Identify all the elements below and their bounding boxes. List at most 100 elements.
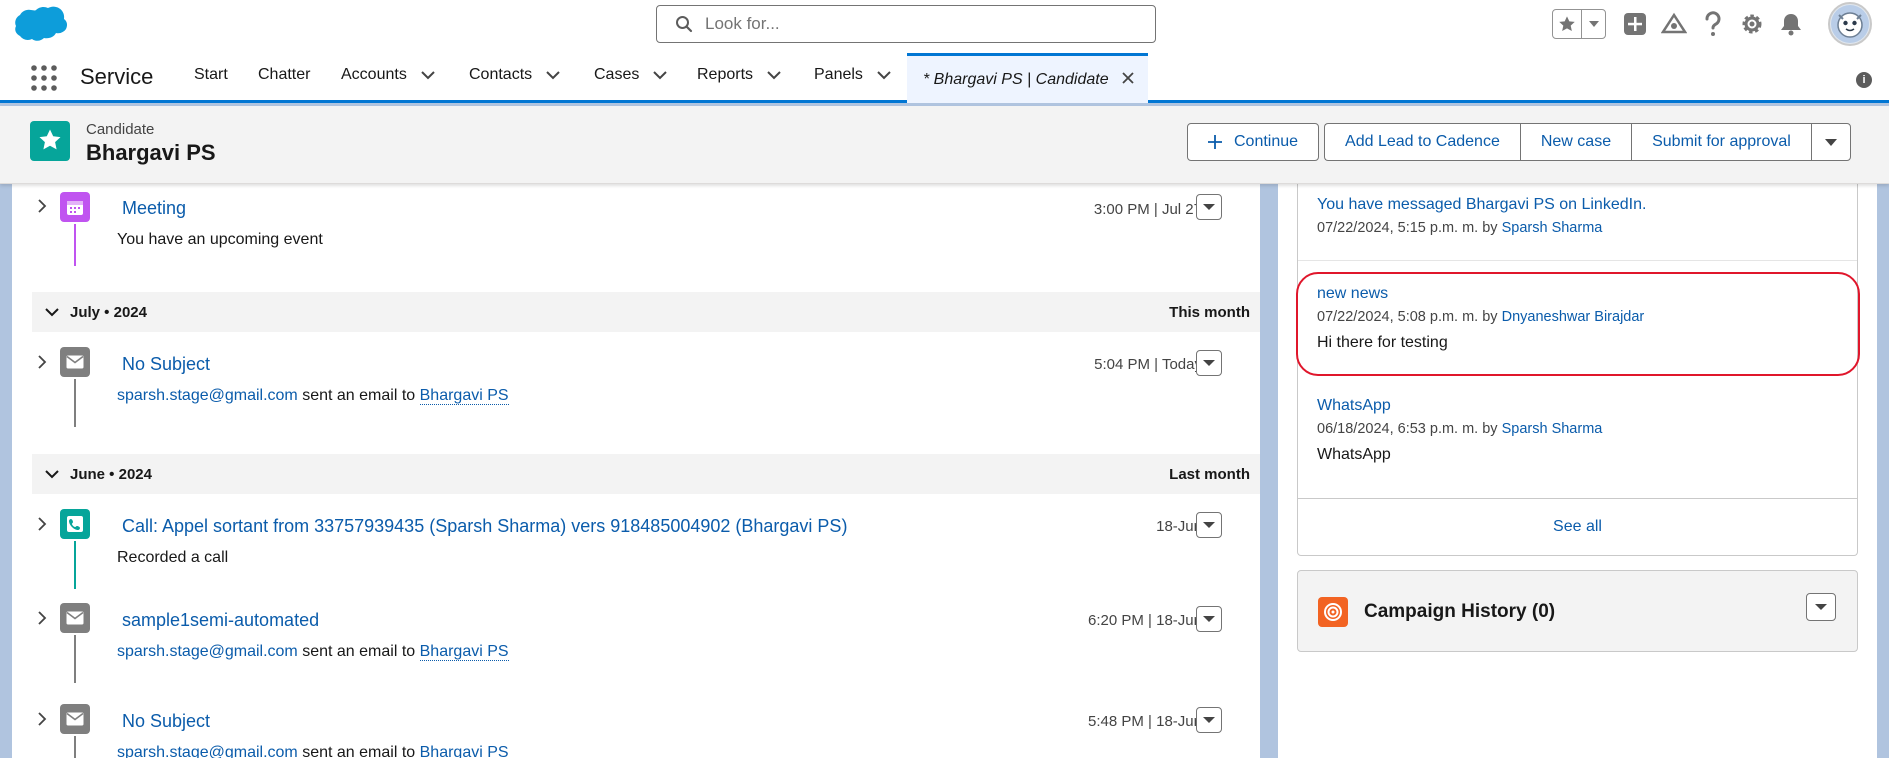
month-section-june-2024[interactable]: June • 2024 Last month — [32, 454, 1260, 494]
nav-item-reports[interactable]: Reports — [697, 50, 781, 100]
caret-down-icon — [1203, 616, 1215, 622]
email-2-date: 6:20 PM | 18-Jun — [1088, 612, 1202, 629]
continue-label: Continue — [1234, 133, 1299, 150]
message-body: WhatsApp — [1317, 446, 1391, 463]
chevron-right-icon[interactable] — [34, 198, 50, 214]
see-all-link[interactable]: See all — [1298, 498, 1857, 555]
author-link[interactable]: Sparsh Sharma — [1502, 421, 1603, 437]
add-lead-to-cadence-button[interactable]: Add Lead to Cadence — [1324, 123, 1520, 161]
email-2-link[interactable]: sample1semi-automated — [122, 610, 319, 631]
email-3-menu-button[interactable] — [1196, 707, 1222, 733]
favorites-dropdown-button[interactable] — [1582, 10, 1605, 38]
campaign-menu-button[interactable] — [1806, 593, 1836, 621]
nav-item-accounts[interactable]: Accounts — [341, 50, 435, 100]
email-icon — [60, 603, 90, 633]
caret-down-icon — [1203, 360, 1215, 366]
setup-button[interactable] — [1738, 10, 1766, 38]
favorites-star-button[interactable] — [1553, 10, 1583, 38]
recipient-link[interactable]: Bhargavi PS — [419, 643, 509, 661]
caret-down-icon — [1203, 204, 1215, 210]
caret-down-icon — [1203, 717, 1215, 723]
continue-button[interactable]: Continue — [1187, 123, 1320, 161]
chevron-right-icon[interactable] — [34, 711, 50, 727]
app-name: Service — [80, 64, 154, 89]
trailhead-button[interactable] — [1660, 10, 1688, 38]
nav-item-start[interactable]: Start — [194, 50, 228, 100]
more-actions-button[interactable] — [1810, 123, 1851, 161]
help-button[interactable] — [1699, 10, 1727, 38]
timeline-line — [74, 736, 76, 758]
nav-item-panels[interactable]: Panels — [814, 50, 891, 100]
recipient-link[interactable]: Bhargavi PS — [419, 744, 509, 758]
activity-timeline: Meeting You have an upcoming event 3:00 … — [12, 184, 1260, 758]
notifications-button[interactable] — [1777, 10, 1805, 38]
recipient-link[interactable]: Bhargavi PS — [419, 387, 509, 405]
salesforce-logo-icon[interactable] — [14, 6, 68, 42]
chevron-down-icon[interactable] — [546, 70, 560, 80]
email-3-subtitle: sparsh.stage@gmail.com sent an email to … — [117, 744, 509, 758]
submit-for-approval-button[interactable]: Submit for approval — [1631, 123, 1811, 161]
nav-item-chatter[interactable]: Chatter — [258, 50, 310, 100]
close-icon[interactable] — [1120, 70, 1136, 86]
global-search-input[interactable]: Look for... — [656, 5, 1156, 43]
new-case-button[interactable]: New case — [1519, 123, 1632, 161]
active-tab-label: * Bhargavi PS | Candidate — [923, 70, 1109, 88]
app-launcher-icon[interactable] — [30, 64, 58, 92]
email-1-subtitle: sparsh.stage@gmail.com sent an email to … — [117, 387, 509, 405]
campaign-history-title[interactable]: Campaign History (0) — [1364, 601, 1555, 623]
month-label: June • 2024 — [70, 465, 152, 483]
user-avatar[interactable] — [1828, 2, 1872, 46]
add-icon — [1208, 135, 1222, 149]
meeting-link[interactable]: Meeting — [122, 198, 186, 219]
meeting-menu-button[interactable] — [1196, 194, 1222, 220]
search-icon — [676, 16, 693, 33]
chevron-right-icon[interactable] — [34, 610, 50, 626]
timeline-line — [74, 635, 76, 683]
email-icon — [60, 347, 90, 377]
event-icon — [60, 192, 90, 222]
email-3-date: 5:48 PM | 18-Jun — [1088, 713, 1202, 730]
sender-link[interactable]: sparsh.stage@gmail.com — [117, 387, 298, 404]
nav-item-cases[interactable]: Cases — [594, 50, 668, 100]
chevron-down-icon[interactable] — [421, 70, 435, 80]
gear-icon — [1742, 14, 1762, 34]
email-2-menu-button[interactable] — [1196, 606, 1222, 632]
global-actions-button[interactable] — [1621, 10, 1649, 38]
chevron-down-icon[interactable] — [767, 70, 781, 80]
nav-item-label: Start — [194, 66, 228, 83]
month-relative-label: This month — [1169, 303, 1250, 321]
chevron-right-icon[interactable] — [34, 354, 50, 370]
month-section-july-2024[interactable]: July • 2024 This month — [32, 292, 1260, 332]
calendar-icon — [67, 201, 83, 215]
email-3-link[interactable]: No Subject — [122, 711, 210, 732]
nav-item-contacts[interactable]: Contacts — [469, 50, 560, 100]
action-button-group: Add Lead to Cadence New case Submit for … — [1324, 123, 1851, 161]
call-menu-button[interactable] — [1196, 512, 1222, 538]
meeting-date: 3:00 PM | Jul 27 — [1093, 201, 1202, 218]
chevron-down-icon[interactable] — [44, 304, 60, 320]
chevron-down-icon[interactable] — [653, 70, 668, 80]
help-icon — [1705, 11, 1721, 36]
message-item-whatsapp: WhatsApp 06/18/2024, 6:53 p.m. m. by Spa… — [1317, 397, 1602, 464]
email-1-menu-button[interactable] — [1196, 350, 1222, 376]
sender-link[interactable]: sparsh.stage@gmail.com — [117, 643, 298, 660]
info-icon[interactable]: i — [1856, 72, 1872, 88]
meeting-subtitle: You have an upcoming event — [117, 231, 323, 248]
author-link[interactable]: Sparsh Sharma — [1502, 220, 1603, 236]
nav-item-label: Contacts — [469, 66, 533, 83]
tab-bhargavi-ps-candidate[interactable]: * Bhargavi PS | Candidate — [907, 53, 1148, 103]
sender-link[interactable]: sparsh.stage@gmail.com — [117, 744, 298, 758]
timeline-line — [74, 224, 76, 266]
chevron-down-icon[interactable] — [44, 466, 60, 482]
right-sidebar: You have messaged Bhargavi PS on LinkedI… — [1278, 184, 1877, 758]
message-title-link[interactable]: WhatsApp — [1317, 397, 1391, 414]
sent-email-text: sent an email to — [302, 643, 416, 660]
chevron-down-icon[interactable] — [877, 70, 891, 80]
campaign-history-card: Campaign History (0) — [1297, 570, 1858, 652]
person-star-icon — [39, 129, 61, 150]
call-link[interactable]: Call: Appel sortant from 33757939435 (Sp… — [122, 516, 847, 537]
message-title-link[interactable]: You have messaged Bhargavi PS on LinkedI… — [1317, 196, 1646, 213]
email-icon — [60, 704, 90, 734]
email-1-link[interactable]: No Subject — [122, 354, 210, 375]
chevron-right-icon[interactable] — [34, 516, 50, 532]
